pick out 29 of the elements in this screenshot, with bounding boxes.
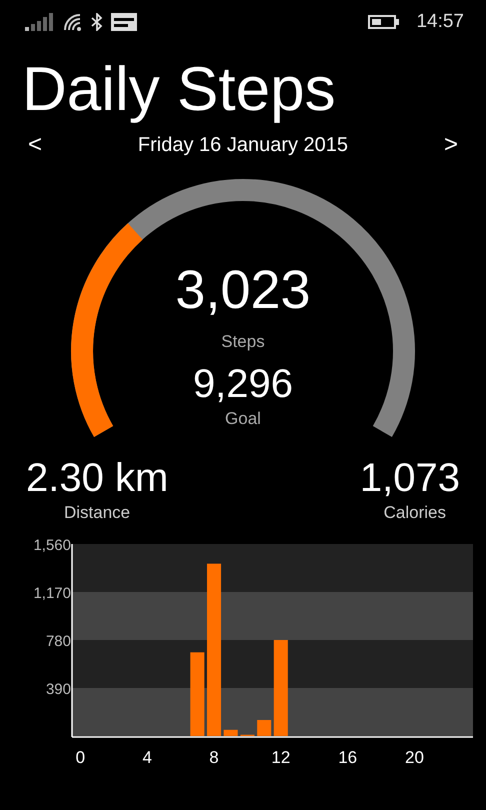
date-label: Friday 16 January 2015 <box>138 134 348 156</box>
x-axis-label: 16 <box>338 748 358 767</box>
signal-icon <box>25 13 55 31</box>
y-axis-label: 1,560 <box>33 537 71 554</box>
wifi-icon <box>63 13 83 31</box>
y-axis-label: 390 <box>46 681 71 698</box>
steps-label: Steps <box>221 331 265 353</box>
y-axis-label: 1,170 <box>33 585 71 602</box>
clock-time: 14:57 <box>416 11 464 33</box>
message-icon <box>111 13 137 31</box>
stat-label: Calories <box>384 502 446 524</box>
stat-value: 2.30 km <box>26 455 168 501</box>
stat-value: 1,073 <box>360 455 460 501</box>
goal-label: Goal <box>225 408 261 430</box>
y-axis-label: 780 <box>46 633 71 650</box>
x-axis-label: 12 <box>271 748 290 767</box>
previous-day-button[interactable]: < <box>24 131 46 159</box>
stat-label: Distance <box>64 502 130 524</box>
x-axis-label: 0 <box>76 748 86 767</box>
page-title: Daily Steps <box>22 54 337 126</box>
x-axis-label: 4 <box>142 748 152 767</box>
goal-count: 9,296 <box>192 361 294 408</box>
bluetooth-icon <box>91 13 103 31</box>
steps-count: 3,023 <box>175 259 311 321</box>
chart-bar <box>257 720 272 736</box>
battery-icon <box>368 15 400 29</box>
x-axis-label: 8 <box>209 748 219 767</box>
next-day-button[interactable]: > <box>440 131 462 159</box>
x-axis-label: 20 <box>405 748 424 767</box>
